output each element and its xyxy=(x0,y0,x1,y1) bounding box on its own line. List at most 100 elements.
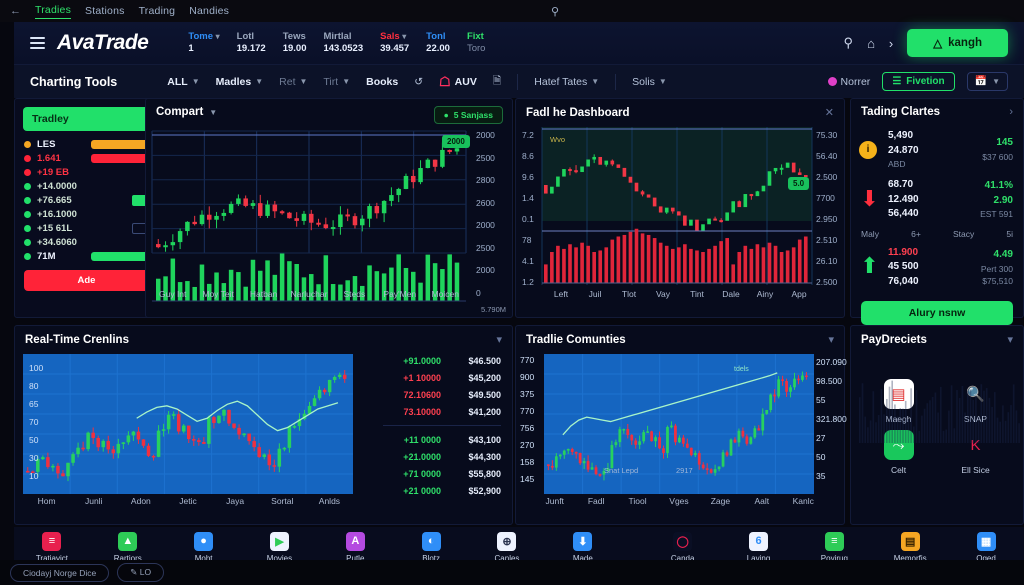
alert-button[interactable]: △ kangh xyxy=(907,29,1008,57)
toolbar-item-hatef-tates[interactable]: Hatef Tates ▼ xyxy=(534,76,599,88)
ticker-3[interactable]: Mirtlal143.0523 xyxy=(323,31,363,55)
chevron-down-icon[interactable]: ▾ xyxy=(496,333,502,346)
quote-row[interactable]: +21.0000$44,300 xyxy=(375,448,509,465)
alert-button-label: kangh xyxy=(948,37,982,49)
browser-tab-2[interactable]: Trading xyxy=(139,5,176,17)
watchlist-bar xyxy=(91,154,149,163)
ticker-6[interactable]: FixtToro xyxy=(467,31,485,55)
watchlist-row[interactable]: +14.0000 xyxy=(15,179,158,193)
ticker-4[interactable]: Sals ▾39.457 xyxy=(380,31,409,55)
ticker-5[interactable]: Tonl22.00 xyxy=(426,31,450,55)
axis-tick: 2.510 xyxy=(816,236,837,245)
quote-row[interactable]: 73.10000$41,200 xyxy=(375,403,509,420)
sub-label: 6+ xyxy=(911,229,921,239)
axis-tick: Aalt xyxy=(741,496,782,506)
axis-tick: 2600 xyxy=(476,199,495,208)
quote-row[interactable]: +1 10000$45,200 xyxy=(375,369,509,386)
watchlist-row[interactable]: +76.665 xyxy=(15,193,158,207)
dock-item-rartiors[interactable]: ▲Rartiors xyxy=(90,532,166,563)
home-icon[interactable]: ⌂ xyxy=(867,36,875,51)
watchlist-row[interactable]: 1.641 xyxy=(15,151,158,165)
trading-cards-cta[interactable]: Alury nsnw xyxy=(861,301,1013,325)
card-change: 4.49 xyxy=(981,248,1013,263)
watchlist-row[interactable]: LES xyxy=(15,137,158,151)
search-icon[interactable]: ⚲ xyxy=(551,5,559,18)
dock-item-poyirug[interactable]: ≡Poyirug xyxy=(796,532,872,563)
ticker-1[interactable]: Lotl19.172 xyxy=(237,31,266,55)
quote-row[interactable]: +21 0000$52,900 xyxy=(375,482,509,499)
dock-item-blotz[interactable]: ◐Blotz xyxy=(393,532,469,563)
axis-tick: 9.6 xyxy=(522,173,534,182)
chevron-down-icon[interactable]: ▾ xyxy=(1007,333,1013,346)
chevron-down-icon[interactable]: ▼ xyxy=(209,108,217,117)
quote-row[interactable]: 72.10600$49.500 xyxy=(375,386,509,403)
axis-tick: 2500 xyxy=(476,244,495,253)
taskbar-right-pill[interactable]: ✎ LO xyxy=(117,563,164,582)
browser-tab-1[interactable]: Stations xyxy=(85,5,125,17)
watchlist-header[interactable]: Tradley xyxy=(23,107,150,131)
axis-tick: Junli xyxy=(70,496,117,506)
watchlist-row[interactable]: 71M xyxy=(15,249,158,263)
toolbar-item-madles[interactable]: Madles ▼ xyxy=(216,76,264,88)
watchlist-row[interactable]: +16.1000 xyxy=(15,207,158,221)
hamburger-icon[interactable] xyxy=(30,37,45,48)
search-icon[interactable]: ⚲ xyxy=(844,35,854,51)
watchlist-add-button[interactable]: Ade xyxy=(24,270,149,291)
toolbar-item-solis[interactable]: Solis ▼ xyxy=(632,76,667,88)
quote-row[interactable]: +71 0000$55,800 xyxy=(375,465,509,482)
book-icon[interactable]: 🗎 xyxy=(493,73,501,91)
browser-tab-3[interactable]: Nandies xyxy=(189,5,229,17)
chevron-right-icon[interactable]: › xyxy=(889,36,893,51)
quote-row[interactable]: +91.0000$46.500 xyxy=(375,352,509,369)
chevron-down-icon: ▼ xyxy=(659,77,667,86)
dock-item-canda[interactable]: ◯Canda xyxy=(645,532,721,563)
back-arrow-icon[interactable]: ← xyxy=(10,5,21,17)
card-icon: i xyxy=(859,141,880,159)
trading-card-row[interactable]: ⬇68.7012.49056,44041.1%2.90EST 591 xyxy=(851,174,1023,226)
main-chart-canvas[interactable] xyxy=(146,125,514,311)
calendar-chip[interactable]: 📅 ▼ xyxy=(967,72,1008,91)
fivetion-chip[interactable]: ☰ Fivetion xyxy=(882,72,954,91)
toolbar-item-tirt[interactable]: Tirt ▼ xyxy=(323,76,350,88)
toolbar-item-all[interactable]: ALL ▼ xyxy=(167,76,199,88)
dock-item-canles[interactable]: ⊕Canles xyxy=(469,532,545,563)
ticker-0[interactable]: Tome ▾1 xyxy=(188,31,219,55)
realtime-quote-list[interactable]: +91.0000$46.500+1 10000$45,20072.10600$4… xyxy=(375,352,509,499)
ticker-2[interactable]: Tews19.00 xyxy=(283,31,307,55)
toolbar-item-ret[interactable]: Ret ▼ xyxy=(279,76,307,88)
quote-change: 72.10600 xyxy=(383,390,441,400)
quote-row[interactable]: +11 0000$43,100 xyxy=(375,431,509,448)
dock-item-laving[interactable]: 6Laving xyxy=(721,532,797,563)
dock-icon: ● xyxy=(194,532,213,551)
trading-card-row[interactable]: i5,49024.870ABD145$37 600 xyxy=(851,125,1023,174)
dock-item-movies[interactable]: ▶Movies xyxy=(242,532,318,563)
dash-chart-canvas[interactable] xyxy=(516,125,846,311)
dock-item-memorfis[interactable]: ▤Memorfis xyxy=(872,532,948,563)
close-icon[interactable]: ✕ xyxy=(825,106,834,119)
browser-tab-0[interactable]: Tradies xyxy=(35,4,71,19)
realtime-panel: Real-Time Crenlins ▾ HomJunliAdonJeticJa… xyxy=(14,325,513,525)
dock-item-putle[interactable]: ΑPutle xyxy=(317,532,393,563)
taskbar-left-pill[interactable]: Ciodayj Norge Dice xyxy=(10,564,109,582)
axis-tick: 4.1 xyxy=(522,257,534,266)
watchlist-row[interactable]: +15 61L xyxy=(15,221,158,235)
toolbar-home-group[interactable]: ☖ AUV xyxy=(439,74,477,90)
dock-item-moht[interactable]: ●Moht xyxy=(166,532,242,563)
chevron-down-icon: ▼ xyxy=(255,77,263,86)
trading-card-row[interactable]: ⬆11.90045 50076,0404.49Pert 300$75,510 xyxy=(851,242,1023,294)
watchlist-row[interactable]: +19 EB xyxy=(15,165,158,179)
watchlist-row[interactable]: +34.6060 xyxy=(15,235,158,249)
ticker-strip: Tome ▾1 Lotl19.172 Tews19.00 Mirtlal143.052… xyxy=(188,31,485,55)
main-chart-panel: Compart ▼ ● 5 Sanjass 200025002800260020… xyxy=(145,98,513,318)
axis-tick: Steds xyxy=(332,289,377,299)
dock-item-tratiavict[interactable]: ≡Tratiavict xyxy=(14,532,90,563)
axis-tick: 1.4 xyxy=(522,194,534,203)
dock-item-oged[interactable]: ▦Oged xyxy=(948,532,1024,563)
sessions-chip[interactable]: ● 5 Sanjass xyxy=(434,106,503,124)
share-icon[interactable]: ↺ xyxy=(414,76,423,88)
realtime-chart-canvas[interactable] xyxy=(23,354,353,494)
chevron-right-icon[interactable]: › xyxy=(1009,106,1013,118)
chevron-down-icon[interactable]: ▾ xyxy=(828,333,834,346)
toolbar-item-books[interactable]: Books xyxy=(366,76,398,88)
dock-item-made[interactable]: ⬇Made xyxy=(545,532,621,563)
